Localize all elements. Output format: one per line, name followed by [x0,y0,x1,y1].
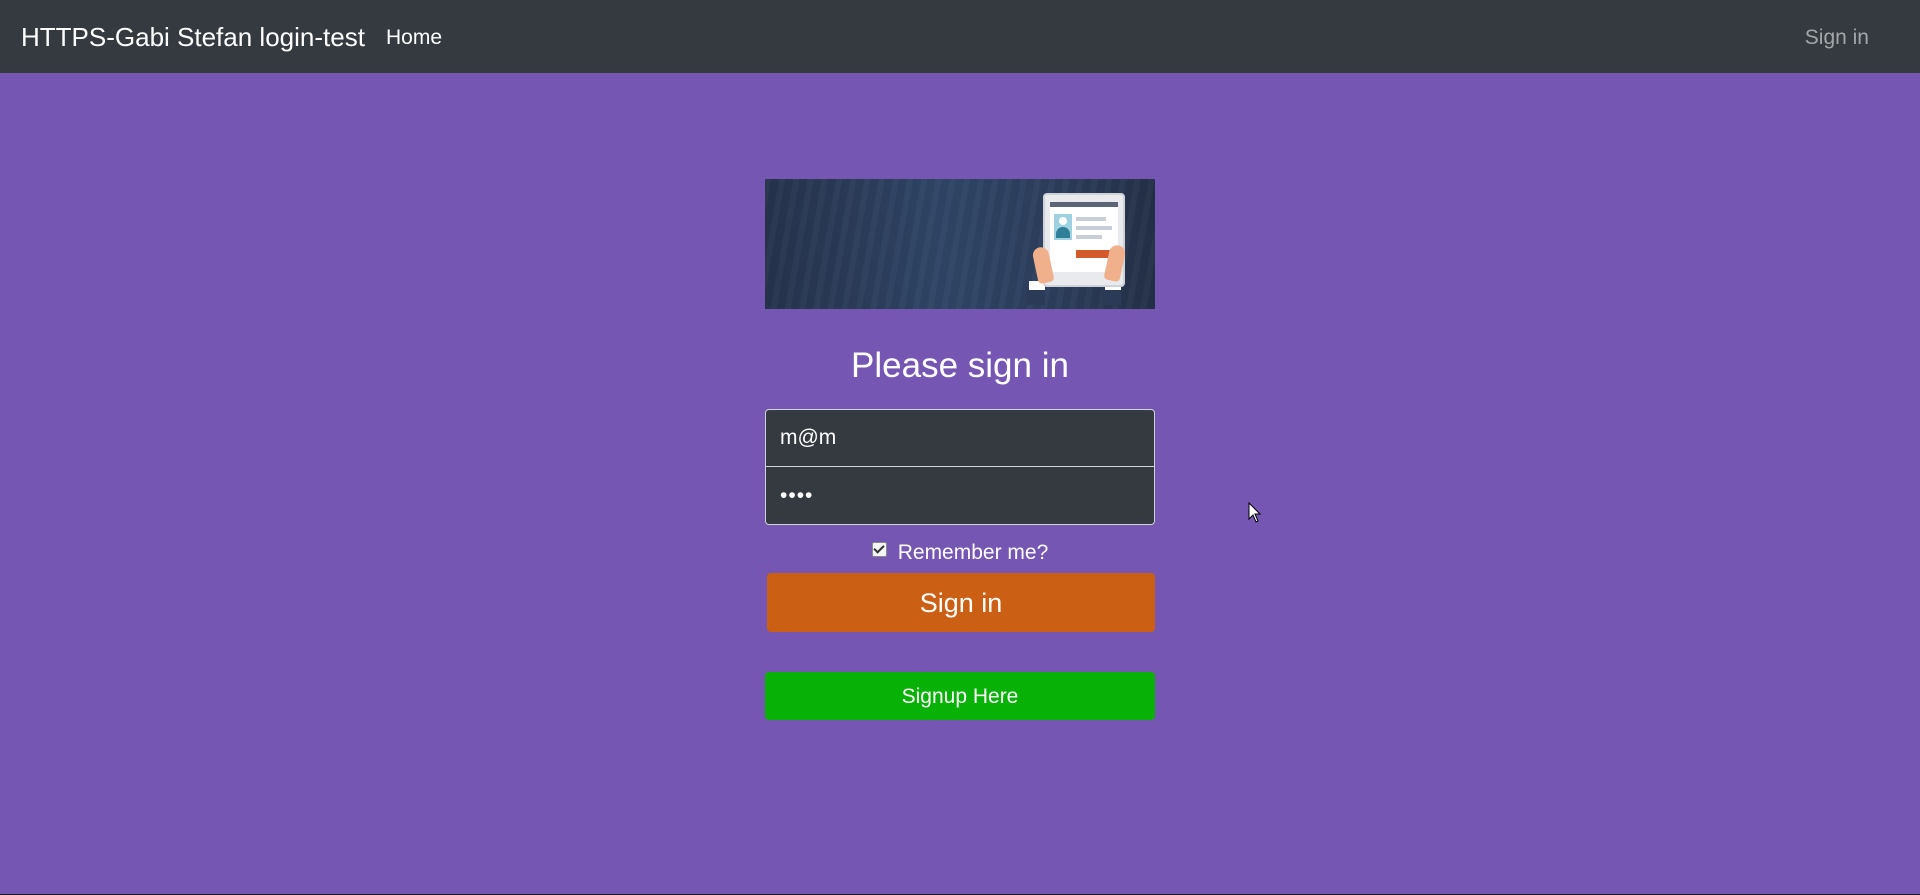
login-banner-image [765,179,1155,309]
profile-avatar-icon [1054,214,1072,240]
email-input[interactable] [765,409,1155,467]
signin-form: Please sign in Remember me? Sign in Sign… [765,179,1155,720]
right-sleeve-graphic [1103,289,1121,305]
nav-signin-link[interactable]: Sign in [1805,24,1869,52]
signin-heading: Please sign in [851,346,1069,385]
left-sleeve-graphic [1027,289,1045,305]
placeholder-line [1076,217,1106,221]
remember-me-checkbox[interactable] [871,542,887,557]
top-navbar: HTTPS-Gabi Stefan login-test Home Sign i… [0,0,1920,73]
credentials-group [765,409,1155,525]
password-input[interactable] [765,467,1155,525]
navbar-brand-link[interactable]: HTTPS-Gabi Stefan login-test [21,20,365,54]
avatar-head [1059,217,1067,225]
remember-me-label[interactable]: Remember me? [898,541,1049,564]
signin-button[interactable]: Sign in [767,573,1155,632]
signup-button[interactable]: Signup Here [765,672,1155,720]
mouse-cursor-icon [1248,502,1262,523]
placeholder-line [1076,235,1102,239]
remember-me-row: Remember me? [765,541,1155,565]
tablet-topbar [1050,202,1118,207]
avatar-body [1056,227,1070,238]
nav-home-link[interactable]: Home [386,24,442,52]
placeholder-line [1076,226,1112,230]
